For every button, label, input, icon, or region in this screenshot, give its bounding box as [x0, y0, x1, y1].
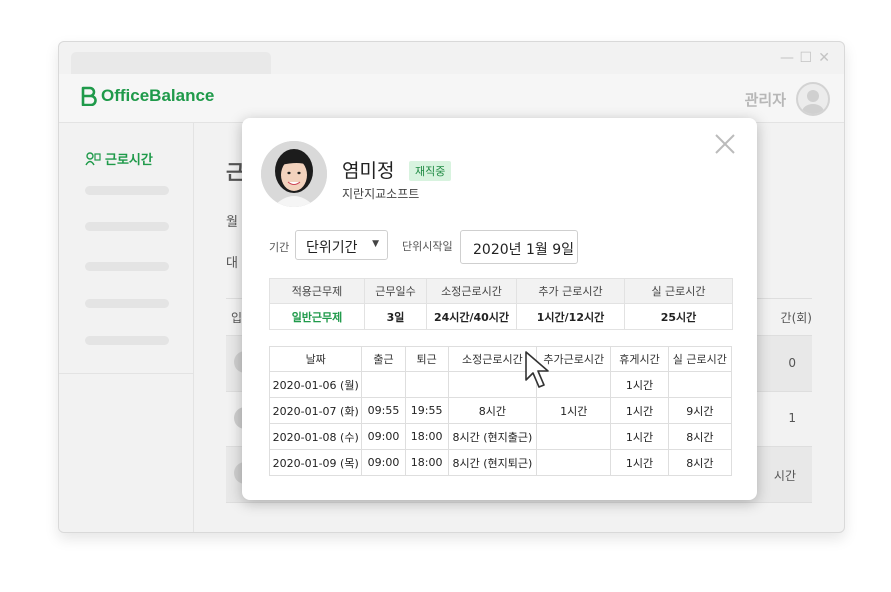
cell-extra-hours — [536, 423, 612, 450]
cell-regular-hours: 8시간 — [447, 397, 538, 424]
profile-photo — [261, 141, 327, 207]
sidebar-placeholder — [85, 336, 169, 345]
app-header: OfficeBalance 관리자 — [59, 74, 844, 123]
cell-date: 2020-01-06 (월) — [268, 371, 363, 398]
sidebar-placeholder — [85, 262, 169, 271]
cell-checkin: 09:00 — [361, 423, 406, 450]
admin-avatar-icon[interactable] — [796, 82, 830, 116]
cell-checkout — [404, 371, 449, 398]
brand-name: OfficeBalance — [101, 86, 215, 105]
window-tab — [71, 52, 271, 74]
employee-name: 염미정 — [342, 160, 395, 182]
caret-down-icon: ▼ — [372, 239, 379, 249]
summary-line: 월 — [226, 215, 238, 230]
admin-menu[interactable]: 관리자 — [745, 82, 830, 116]
row-value: 1 — [788, 411, 796, 425]
unit-start-date-value: 2020년 1월 9일 — [473, 242, 574, 258]
cell-checkin — [361, 371, 406, 398]
detail-header: 실 근로시간 — [667, 346, 733, 372]
cell-extra-hours: 1시간 — [536, 397, 612, 424]
cell-break-hours: 1시간 — [610, 397, 669, 424]
close-icon[interactable] — [713, 132, 737, 156]
cell-checkout: 18:00 — [404, 423, 449, 450]
cell-break-hours: 1시간 — [610, 423, 669, 450]
cell-actual-hours — [667, 371, 733, 398]
cell-break-hours: 1시간 — [610, 371, 669, 398]
employee-company: 지란지교소프트 — [342, 187, 420, 201]
summary-value: 일반근무제 — [269, 303, 365, 330]
detail-header-row: 날짜 출근 퇴근 소정근로시간 추가근로시간 휴게시간 실 근로시간 — [268, 346, 733, 372]
cell-date: 2020-01-07 (화) — [268, 397, 363, 424]
sidebar-item-label: 근로시간 — [105, 153, 153, 168]
minimize-icon[interactable]: — — [780, 50, 794, 66]
column-header: 입 — [231, 311, 243, 325]
row-value: 0 — [788, 356, 796, 370]
sidebar-placeholder — [85, 186, 169, 195]
summary-header: 근무일수 — [364, 278, 427, 304]
summary-header: 추가 근로시간 — [516, 278, 625, 304]
summary-value: 24시간/40시간 — [426, 303, 517, 330]
detail-header: 퇴근 — [404, 346, 449, 372]
admin-label: 관리자 — [744, 90, 786, 109]
summary-table: 적용근무제 근무일수 소정근로시간 추가 근로시간 실 근로시간 일반근무제 3… — [269, 278, 733, 330]
summary-header: 실 근로시간 — [624, 278, 733, 304]
cell-break-hours: 1시간 — [610, 449, 669, 476]
summary-value: 1시간/12시간 — [516, 303, 625, 330]
unit-start-label: 단위시작일 — [402, 240, 453, 253]
summary-line: 대 — [226, 256, 238, 271]
cell-date: 2020-01-08 (수) — [268, 423, 363, 450]
cell-checkin: 09:00 — [361, 449, 406, 476]
column-header: 간(회) — [780, 311, 812, 325]
sidebar: 근로시간 — [59, 123, 194, 532]
summary-header: 소정근로시간 — [426, 278, 517, 304]
cell-regular-hours: 8시간 (현지출근) — [447, 423, 538, 450]
period-label: 기간 — [269, 241, 290, 254]
table-row[interactable]: 2020-01-08 (수) 09:00 18:00 8시간 (현지출근) 1시… — [268, 423, 733, 450]
table-divider — [226, 502, 812, 503]
table-row[interactable]: 2020-01-06 (월) 1시간 — [268, 371, 733, 398]
table-row[interactable]: 2020-01-09 (목) 09:00 18:00 8시간 (현지퇴근) 1시… — [268, 449, 733, 476]
sidebar-item-worktime[interactable]: 근로시간 — [85, 149, 153, 168]
table-row[interactable]: 2020-01-07 (화) 09:55 19:55 8시간 1시간 1시간 9… — [268, 397, 733, 424]
row-value: 시간 — [773, 469, 796, 483]
person-clock-icon — [85, 151, 101, 165]
cell-regular-hours: 8시간 (현지퇴근) — [447, 449, 538, 476]
sidebar-placeholder — [85, 299, 169, 308]
period-select-value: 단위기간 — [306, 240, 358, 256]
summary-header-row: 적용근무제 근무일수 소정근로시간 추가 근로시간 실 근로시간 — [269, 278, 733, 304]
brand-logo[interactable]: OfficeBalance — [79, 86, 214, 106]
cell-actual-hours: 8시간 — [667, 449, 733, 476]
summary-value: 3일 — [364, 303, 427, 330]
cell-actual-hours: 8시간 — [667, 423, 733, 450]
detail-table: 날짜 출근 퇴근 소정근로시간 추가근로시간 휴게시간 실 근로시간 2020-… — [268, 346, 733, 476]
unit-start-date-field[interactable]: 2020년 1월 9일 — [460, 230, 578, 264]
cell-checkin: 09:55 — [361, 397, 406, 424]
summary-header: 적용근무제 — [269, 278, 365, 304]
cell-date: 2020-01-09 (목) — [268, 449, 363, 476]
employee-worktime-modal: 염미정 재직중 지란지교소프트 기간 단위기간 ▼ 단위시작일 2020년 1월… — [242, 118, 757, 500]
detail-header: 출근 — [361, 346, 406, 372]
period-select[interactable]: 단위기간 ▼ — [295, 230, 388, 260]
cell-checkout: 18:00 — [404, 449, 449, 476]
sidebar-divider — [59, 373, 193, 374]
summary-value-row: 일반근무제 3일 24시간/40시간 1시간/12시간 25시간 — [269, 303, 733, 330]
maximize-icon[interactable]: ☐ — [799, 50, 812, 66]
detail-header: 휴게시간 — [610, 346, 669, 372]
close-window-icon[interactable]: ✕ — [818, 50, 830, 66]
detail-header: 날짜 — [268, 346, 363, 372]
mouse-pointer-icon — [525, 351, 549, 388]
summary-value: 25시간 — [624, 303, 733, 330]
cell-checkout: 19:55 — [404, 397, 449, 424]
cell-actual-hours: 9시간 — [667, 397, 733, 424]
cell-extra-hours — [536, 449, 612, 476]
logo-icon — [81, 86, 97, 106]
sidebar-placeholder — [85, 222, 169, 231]
status-badge: 재직중 — [409, 161, 452, 181]
